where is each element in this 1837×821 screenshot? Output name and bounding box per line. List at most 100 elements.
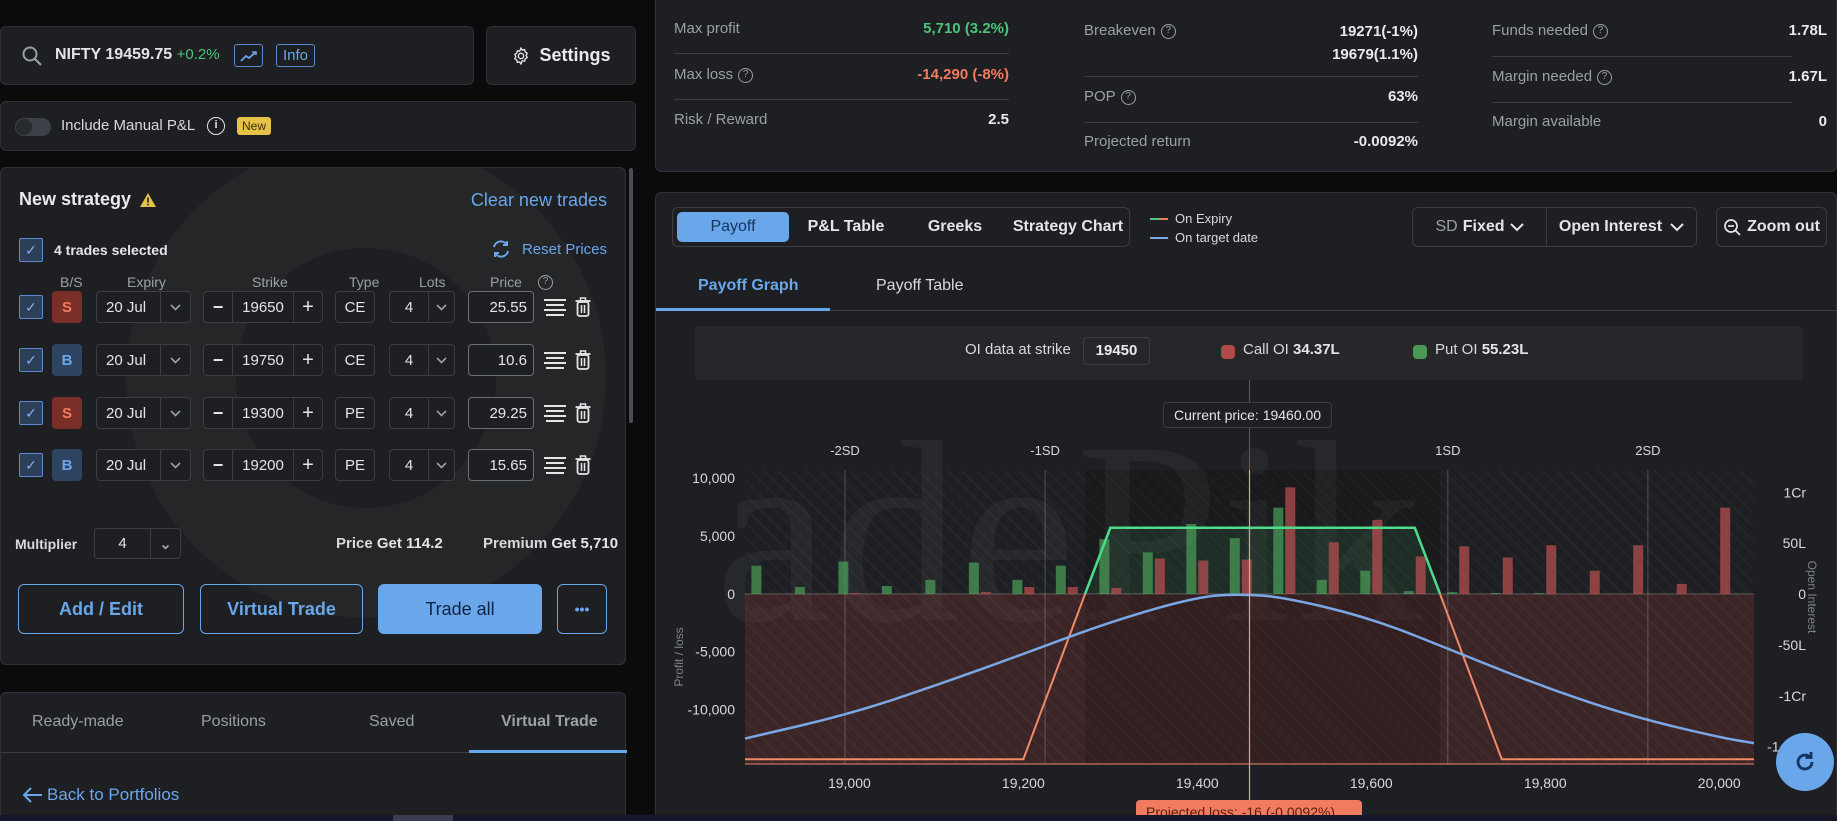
buy-sell-toggle[interactable]: S [52,291,82,323]
tab-virtual-trade[interactable]: Virtual Trade [501,713,598,731]
virtual-trade-button[interactable]: Virtual Trade [200,584,363,634]
help-icon[interactable]: ? [1597,69,1613,85]
call-oi-bar[interactable] [1589,570,1600,595]
expiry-select[interactable]: 20 Jul [96,291,191,323]
call-oi-bar[interactable] [1285,487,1296,595]
multiplier-select[interactable]: 4 ⌄ [94,528,181,559]
help-icon[interactable]: ? [738,67,754,83]
oi-strike-input[interactable]: 19450 [1083,337,1150,365]
increment-button[interactable]: + [293,450,322,480]
lots-select[interactable]: 4 [389,397,455,429]
call-oi-bar[interactable] [1415,556,1426,595]
tab-greeks[interactable]: Greeks [905,212,1005,242]
tab-saved[interactable]: Saved [369,713,414,731]
put-oi-bar[interactable] [968,562,979,595]
info-icon[interactable]: i [207,117,225,135]
call-oi-bar[interactable] [1154,558,1165,595]
put-oi-bar[interactable] [881,585,892,595]
tab-payoff[interactable]: Payoff [677,212,789,242]
trade-checkbox[interactable]: ✓ [19,453,43,477]
buy-sell-toggle[interactable]: S [52,397,82,429]
call-oi-bar[interactable] [1111,588,1122,595]
call-oi-bar[interactable] [980,592,991,595]
strike-value[interactable]: 19200 [233,457,293,474]
put-oi-bar[interactable] [1534,593,1545,595]
call-oi-bar[interactable] [1328,542,1339,595]
strike-value[interactable]: 19300 [233,405,293,422]
sd-dropdown[interactable]: SD Fixed [1412,207,1547,247]
put-oi-bar[interactable] [1012,579,1023,595]
reorder-icon[interactable] [544,351,566,369]
tab-strategy-chart[interactable]: Strategy Chart [1007,212,1129,242]
option-type[interactable]: PE [335,449,375,481]
help-icon[interactable]: ? [1160,23,1176,39]
horizontal-scrollbar-thumb[interactable] [393,815,453,821]
refresh-chart-button[interactable] [1776,733,1834,791]
strike-value[interactable]: 19750 [233,352,293,369]
put-oi-bar[interactable] [1360,570,1371,595]
subtab-payoff-graph[interactable]: Payoff Graph [698,277,798,295]
call-oi-bar[interactable] [1633,545,1644,595]
put-oi-bar[interactable] [1055,565,1066,595]
option-type[interactable]: PE [335,397,375,429]
expiry-select[interactable]: 20 Jul [96,449,191,481]
tab-pl-table[interactable]: P&L Table [791,212,901,242]
call-oi-bar[interactable] [1198,560,1209,595]
reorder-icon[interactable] [544,456,566,474]
payoff-chart[interactable]: adePik -2SD-1SD1SD2SD10,0005,0000-5,000-… [655,320,1837,821]
buy-sell-toggle[interactable]: B [52,449,82,481]
put-oi-bar[interactable] [794,586,805,595]
call-oi-bar[interactable] [1720,507,1731,595]
increment-button[interactable]: + [293,292,322,322]
put-oi-bar[interactable] [1186,523,1197,595]
help-icon[interactable]: ? [1592,23,1608,39]
warning-icon[interactable] [139,192,157,208]
increment-button[interactable]: + [293,398,322,428]
tab-positions[interactable]: Positions [201,713,266,731]
decrement-button[interactable]: − [204,398,233,428]
call-oi-bar[interactable] [1459,546,1470,595]
trash-icon[interactable] [575,455,591,475]
expiry-select[interactable]: 20 Jul [96,397,191,429]
tab-ready-made[interactable]: Ready-made [32,713,124,731]
put-oi-bar[interactable] [1490,593,1501,595]
strike-value[interactable]: 19650 [233,299,293,316]
call-oi-bar[interactable] [1241,559,1252,595]
chart-button[interactable] [234,44,263,67]
zoom-out-button[interactable]: Zoom out [1716,207,1827,247]
call-oi-bar[interactable] [1546,545,1557,595]
price-input[interactable]: 29.25 [468,397,534,429]
decrement-button[interactable]: − [204,450,233,480]
price-input[interactable]: 25.55 [468,291,534,323]
more-options-button[interactable]: ••• [557,584,607,634]
put-oi-bar[interactable] [1316,579,1327,595]
expiry-select[interactable]: 20 Jul [96,344,191,376]
call-oi-bar[interactable] [1024,586,1035,595]
price-input[interactable]: 15.65 [468,449,534,481]
open-interest-dropdown[interactable]: Open Interest [1546,207,1697,247]
call-oi-bar[interactable] [1676,583,1687,595]
horizontal-scrollbar-track[interactable] [0,815,1837,821]
trash-icon[interactable] [575,350,591,370]
put-oi-bar[interactable] [1142,552,1153,595]
increment-button[interactable]: + [293,345,322,375]
subtab-payoff-table[interactable]: Payoff Table [876,277,963,295]
decrement-button[interactable]: − [204,292,233,322]
trade-checkbox[interactable]: ✓ [19,401,43,425]
symbol-search-bar[interactable]: NIFTY 19459.75 +0.2% Info [0,26,474,85]
put-oi-bar[interactable] [1273,507,1284,595]
trade-checkbox[interactable]: ✓ [19,348,43,372]
option-type[interactable]: CE [335,344,375,376]
option-type[interactable]: CE [335,291,375,323]
put-oi-bar[interactable] [1447,592,1458,595]
manual-pl-toggle[interactable] [15,118,51,136]
help-icon[interactable]: ? [1120,89,1136,105]
call-oi-bar[interactable] [1372,519,1383,595]
trade-checkbox[interactable]: ✓ [19,295,43,319]
clear-new-trades-link[interactable]: Clear new trades [471,190,607,211]
reorder-icon[interactable] [544,298,566,316]
call-oi-bar[interactable] [850,593,861,595]
put-oi-bar[interactable] [1403,591,1414,595]
settings-button[interactable]: Settings [486,26,636,85]
trash-icon[interactable] [575,403,591,423]
